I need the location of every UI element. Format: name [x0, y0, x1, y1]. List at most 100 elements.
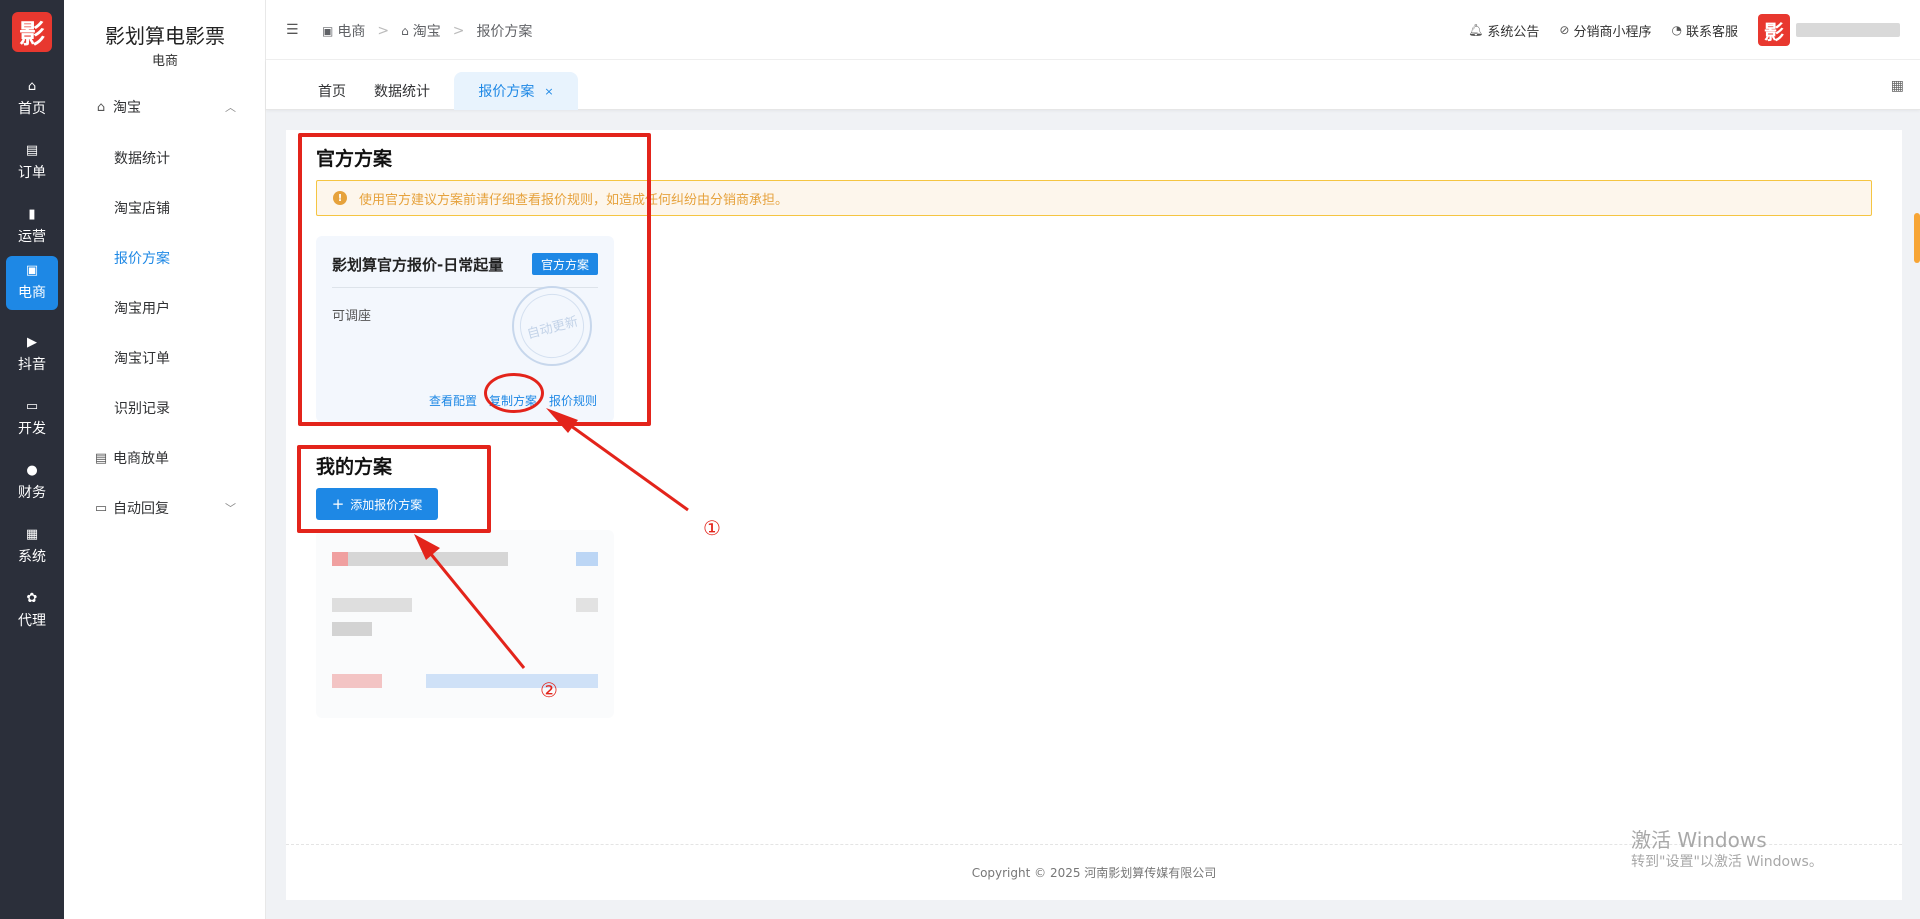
sidebar-group-auto-reply[interactable]: ▭ 自动回复 ﹀ — [64, 488, 266, 528]
rail-item-operations[interactable]: ▮ 运营 — [6, 200, 58, 254]
top-header: ☰ ▣ 电商 > ⌂ 淘宝 > 报价方案 🔔︎ 系统公告 ⊘ 分销商小程序 ◔ … — [266, 0, 1920, 60]
avatar[interactable]: 影 — [1758, 14, 1790, 46]
windows-watermark-title: 激活 Windows — [1631, 828, 1767, 852]
apps-icon: ▦ — [25, 527, 39, 542]
rail-item-ecommerce[interactable]: ▣ 电商 — [6, 256, 58, 310]
rail-item-label: 财务 — [18, 485, 46, 501]
rail-item-label: 订单 — [18, 165, 46, 181]
breadcrumb-item[interactable]: 淘宝 — [413, 21, 441, 41]
annotation-box-add — [297, 445, 491, 533]
app-logo[interactable]: 影 — [12, 12, 52, 52]
sidebar-group-label: 自动回复 — [113, 501, 169, 517]
breadcrumb-item[interactable]: 电商 — [337, 21, 365, 41]
rail-item-label: 系统 — [18, 549, 46, 565]
redacted-block — [426, 674, 598, 688]
mini-program-link[interactable]: ⊘ 分销商小程序 — [1559, 21, 1651, 40]
redacted-block — [576, 598, 598, 612]
sidebar-item-taobao-users[interactable]: 淘宝用户 — [64, 288, 266, 328]
sidebar-item-label: 淘宝订单 — [114, 351, 170, 367]
user-name-redacted[interactable] — [1796, 23, 1900, 37]
sidebar-item-taobao-shops[interactable]: 淘宝店铺 — [64, 188, 266, 228]
breadcrumb-current: 报价方案 — [476, 24, 533, 40]
order-icon: ▤ — [25, 143, 39, 158]
tab-label: 数据统计 — [374, 84, 430, 100]
sidebar-group-label: 淘宝 — [113, 100, 141, 116]
tab-label: 首页 — [318, 84, 346, 100]
breadcrumb: ▣ 电商 > ⌂ 淘宝 > 报价方案 — [322, 21, 532, 41]
tabs-bar: 首页 数据统计 报价方案 × ▦ — [266, 60, 1920, 110]
store-icon: ⌂ — [96, 99, 106, 115]
link-icon: ⊘ — [1559, 23, 1570, 37]
main-nav-rail: 影 ⌂ 首页 ▤ 订单 ▮ 运营 ▣ 电商 ▶ 抖音 ▭ 开发 ● 财务 ▦ 系… — [0, 0, 64, 919]
sidebar-item-label: 淘宝用户 — [114, 301, 170, 317]
tab-label: 报价方案 — [478, 84, 535, 100]
sidebar-item-data-stats[interactable]: 数据统计 — [64, 138, 266, 178]
sidebar-group-label: 电商放单 — [113, 451, 169, 467]
chevron-down-icon: ﹀ — [225, 502, 236, 515]
redacted-block — [348, 552, 508, 566]
brand-subtitle: 电商 — [151, 54, 178, 69]
annotation-circle-copy — [484, 373, 544, 413]
scroll-indicator[interactable] — [1914, 213, 1920, 263]
headset-icon: ◔ — [1671, 23, 1682, 37]
redacted-block — [332, 552, 348, 566]
rail-item-label: 首页 — [18, 101, 46, 117]
bell-icon: 🔔︎ — [1468, 23, 1484, 37]
sidebar-item-label: 报价方案 — [114, 251, 170, 267]
rail-item-finance[interactable]: ● 财务 — [6, 456, 58, 510]
rail-item-label: 抖音 — [18, 357, 46, 373]
home-icon: ⌂ — [27, 79, 37, 94]
redacted-block — [332, 674, 382, 688]
close-icon[interactable]: × — [544, 85, 553, 98]
rail-item-orders[interactable]: ▤ 订单 — [6, 136, 58, 190]
rail-item-douyin[interactable]: ▶ 抖音 — [6, 328, 58, 382]
sidebar-item-recognition-records[interactable]: 识别记录 — [64, 388, 266, 428]
rail-item-agent[interactable]: ✿ 代理 — [6, 584, 58, 638]
chevron-up-icon: ︿ — [225, 101, 236, 114]
tab-data-stats[interactable]: 数据统计 — [366, 72, 438, 110]
header-actions: 🔔︎ 系统公告 ⊘ 分销商小程序 ◔ 联系客服 影 — [1468, 0, 1920, 60]
rail-item-label: 开发 — [18, 421, 46, 437]
tab-home[interactable]: 首页 — [306, 72, 358, 110]
header-link-label: 分销商小程序 — [1573, 24, 1652, 40]
windows-watermark-subtitle: 转到"设置"以激活 Windows。 — [1631, 854, 1823, 870]
chart-icon: ▮ — [28, 207, 36, 222]
collapse-menu-icon[interactable]: ☰ — [286, 22, 299, 38]
agent-icon: ✿ — [26, 591, 38, 606]
annotation-step-2: ② — [540, 678, 558, 702]
sidebar-item-label: 淘宝店铺 — [114, 201, 170, 217]
sub-sidebar: 影划算电影票 电商 ⌂ 淘宝 ︿ 数据统计 淘宝店铺 报价方案 淘宝用户 淘宝订… — [64, 0, 266, 919]
sidebar-group-dispatch[interactable]: ▤ 电商放单 — [64, 438, 266, 478]
redacted-block — [332, 622, 372, 636]
annotation-box-official — [298, 133, 651, 426]
sidebar-group-taobao[interactable]: ⌂ 淘宝 ︿ — [64, 87, 266, 127]
grid-menu-icon[interactable]: ▦ — [1891, 78, 1904, 94]
rail-item-label: 电商 — [18, 285, 46, 301]
document-icon: ▤ — [94, 450, 108, 466]
code-icon: ▭ — [25, 399, 39, 414]
sidebar-item-taobao-orders[interactable]: 淘宝订单 — [64, 338, 266, 378]
rail-item-dev[interactable]: ▭ 开发 — [6, 392, 58, 446]
shop-icon: ▣ — [25, 263, 39, 278]
yen-icon: ● — [26, 463, 38, 478]
breadcrumb-separator: > — [452, 23, 465, 39]
rail-item-label: 运营 — [18, 229, 46, 245]
rail-item-system[interactable]: ▦ 系统 — [6, 520, 58, 574]
redacted-block — [332, 598, 412, 612]
brand-title: 影划算电影票 — [105, 24, 225, 48]
shop-icon: ▣ — [322, 24, 334, 38]
header-link-label: 系统公告 — [1487, 24, 1540, 40]
sidebar-item-quote-plans[interactable]: 报价方案 — [64, 238, 266, 278]
redacted-block — [576, 552, 598, 566]
system-notice-link[interactable]: 🔔︎ 系统公告 — [1468, 21, 1539, 40]
rail-item-label: 代理 — [18, 613, 46, 629]
tab-quote-plans[interactable]: 报价方案 × — [454, 72, 578, 110]
annotation-step-1: ① — [703, 516, 721, 540]
sidebar-item-label: 数据统计 — [114, 151, 170, 167]
reply-icon: ▭ — [94, 500, 108, 516]
customer-service-link[interactable]: ◔ 联系客服 — [1672, 21, 1739, 40]
my-plan-card-redacted[interactable] — [316, 530, 614, 718]
breadcrumb-separator: > — [377, 23, 390, 39]
rail-item-home[interactable]: ⌂ 首页 — [6, 72, 58, 126]
header-link-label: 联系客服 — [1685, 24, 1738, 40]
